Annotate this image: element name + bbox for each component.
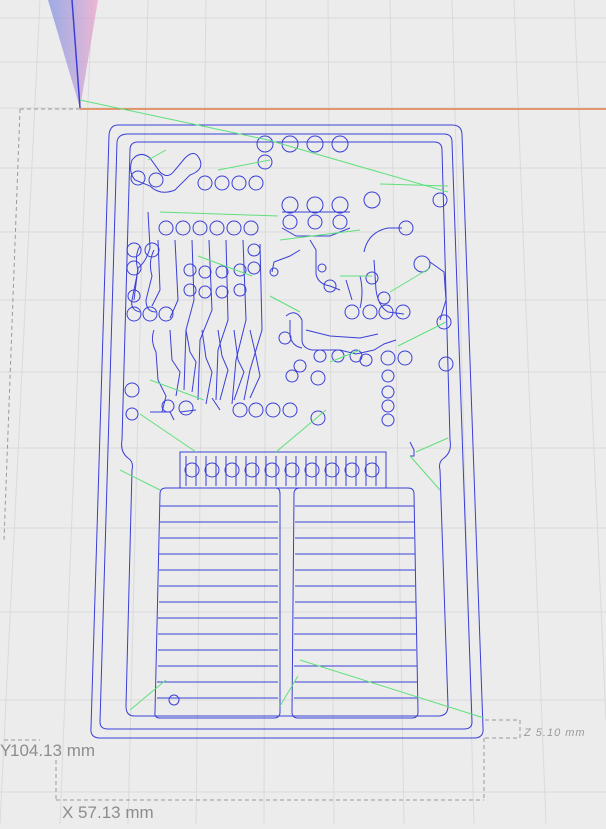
- z-dimension-label: Z 5.10 mm: [524, 727, 586, 739]
- cone-icon: [48, 0, 98, 109]
- travel-moves: [79, 99, 485, 719]
- workspace-grid: [0, 0, 606, 825]
- y-dimension-label: 104.13 mm: [10, 741, 96, 760]
- connector-toolpaths: [179, 441, 415, 489]
- x-dimension-label: X 57.13 mm: [62, 803, 154, 822]
- 3d-viewport[interactable]: Y 104.13 mm X 57.13 mm Z 5.10 mm: [0, 0, 606, 825]
- bounding-box-guides: [3, 108, 521, 801]
- board-outline: [90, 124, 484, 739]
- stripe-blocks: [154, 487, 419, 719]
